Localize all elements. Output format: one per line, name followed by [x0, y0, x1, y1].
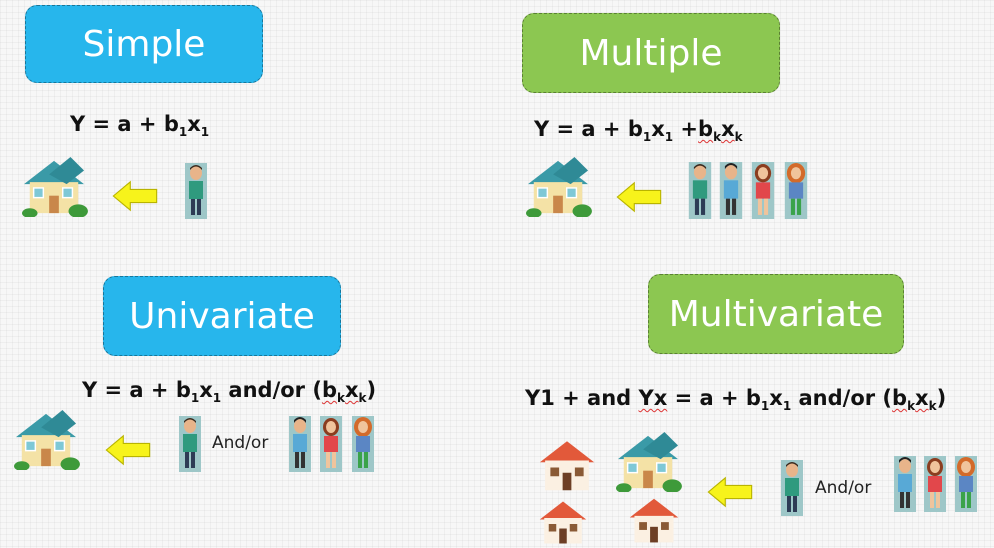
multiple-box: Multiple	[522, 13, 780, 93]
person-icon	[782, 162, 810, 219]
univariate-formula: Y = a + b1x1 and/or (bkxk)	[82, 378, 377, 406]
multiple-formula: Y = a + b1x1 +bkxk	[534, 117, 743, 145]
andor-label: And/or	[815, 478, 872, 498]
house-red-icon	[624, 494, 684, 544]
multivariate-label: Multivariate	[668, 293, 884, 335]
person-icon	[687, 162, 713, 219]
arrow-left-icon	[103, 434, 153, 466]
andor-label: And/or	[212, 433, 269, 453]
simple-box: Simple	[25, 5, 263, 83]
person-icon	[750, 162, 776, 219]
multiple-label: Multiple	[579, 32, 723, 74]
multivariate-formula: Y1 + and Yx = a + b1x1 and/or (bkxk)	[525, 386, 947, 414]
person-icon	[287, 416, 313, 472]
multivariate-box: Multivariate	[648, 274, 904, 354]
house-icon	[20, 155, 88, 217]
person-icon	[922, 456, 948, 512]
house-icon	[524, 155, 592, 217]
person-icon	[177, 416, 203, 472]
house-icon	[614, 430, 682, 492]
house-red-icon	[534, 497, 592, 545]
person-icon	[892, 456, 918, 512]
person-icon	[952, 456, 980, 512]
simple-formula: Y = a + b1x1	[70, 112, 210, 140]
person-icon	[318, 416, 344, 472]
house-red-icon	[536, 436, 598, 492]
univariate-label: Univariate	[129, 295, 315, 337]
person-icon	[779, 460, 805, 516]
simple-label: Simple	[82, 23, 206, 65]
person-icon	[349, 416, 377, 472]
arrow-left-icon	[110, 180, 160, 212]
arrow-left-icon	[705, 476, 755, 508]
person-icon	[718, 162, 744, 219]
arrow-left-icon	[614, 181, 664, 213]
univariate-box: Univariate	[103, 276, 341, 356]
house-icon	[12, 408, 80, 470]
person-icon	[183, 163, 209, 219]
